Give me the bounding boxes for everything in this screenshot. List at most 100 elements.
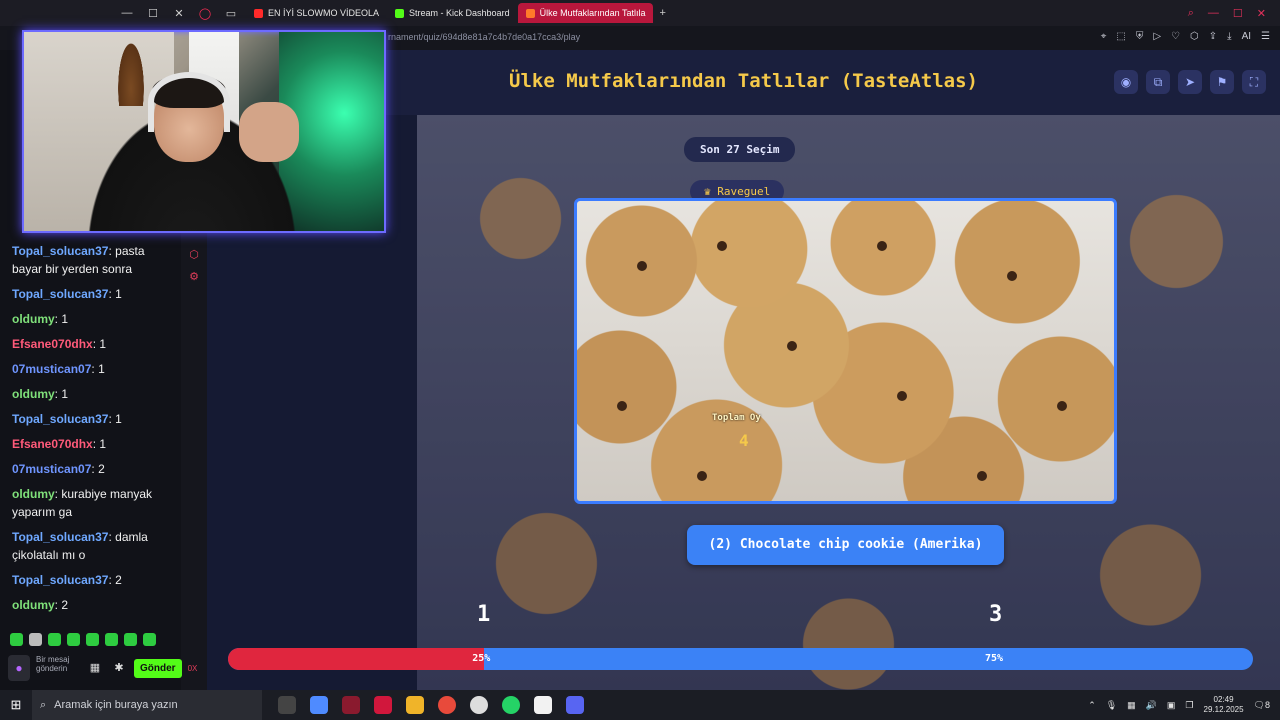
minimize-icon[interactable]: —	[120, 7, 134, 19]
chat-message: Topal_solucan37: damla çikolatalı mı o	[12, 528, 177, 564]
chat-username[interactable]: Topal_solucan37	[12, 412, 108, 426]
tab-grid-icon[interactable]: ▭	[224, 7, 238, 20]
share-icon[interactable]: ⧉	[1146, 70, 1170, 94]
emote-icon[interactable]	[86, 633, 99, 646]
copy-icon[interactable]: ❐	[1185, 700, 1193, 711]
chat-message: Topal_solucan37: 1	[12, 285, 177, 303]
close-icon[interactable]: ✕	[1257, 7, 1266, 20]
chat-username[interactable]: oldumy	[12, 387, 55, 401]
kick-icon	[395, 8, 405, 18]
copilot-icon[interactable]	[310, 696, 328, 714]
emote-icon[interactable]	[143, 633, 156, 646]
new-tab-button[interactable]: +	[659, 7, 665, 19]
chat-username[interactable]: 07mustican07	[12, 462, 91, 476]
chat-message: Efsane070dhx: 1	[12, 335, 177, 353]
user-name: Raveguel	[717, 185, 771, 198]
share-icon[interactable]: ⇪	[1209, 31, 1217, 42]
opera-icon[interactable]: ◯	[198, 7, 212, 20]
gear-icon[interactable]: ✱	[110, 659, 128, 677]
network-icon[interactable]: ▦	[1127, 700, 1136, 711]
total-votes-label: Toplam Oy	[712, 413, 761, 423]
app-icon[interactable]	[470, 696, 488, 714]
discord-icon[interactable]	[566, 696, 584, 714]
emote-icon[interactable]	[29, 633, 42, 646]
right-percent: 75%	[985, 653, 1004, 664]
play-icon[interactable]: ▷	[1153, 31, 1161, 42]
folder-icon[interactable]	[406, 696, 424, 714]
send-icon[interactable]: ➤	[1178, 70, 1202, 94]
chat-username[interactable]: Topal_solucan37	[12, 530, 108, 544]
maximize-icon[interactable]: ☐	[1233, 7, 1243, 20]
whatsapp-icon[interactable]	[502, 696, 520, 714]
chat-username[interactable]: Topal_solucan37	[12, 287, 108, 301]
chevron-up-icon[interactable]: ⌃	[1088, 700, 1096, 711]
url-text[interactable]: rnament/quiz/694d8e81a7c4b7de0a17cca3/pl…	[388, 32, 580, 42]
opera-icon[interactable]	[374, 696, 392, 714]
chat-username[interactable]: Efsane070dhx	[12, 437, 93, 451]
chat-username[interactable]: Topal_solucan37	[12, 244, 108, 258]
date: 29.12.2025	[1203, 705, 1244, 714]
file-icon[interactable]	[534, 696, 552, 714]
tab-kick-dashboard[interactable]: Stream - Kick Dashboard	[387, 3, 518, 23]
shield-icon[interactable]: ⛨	[1136, 31, 1144, 42]
microphone-icon[interactable]: 🎙	[1106, 700, 1117, 711]
screenshot-icon[interactable]: ⬚	[1116, 31, 1125, 42]
choice-image-card[interactable]: Toplam Oy 4	[574, 198, 1117, 504]
emote-icon[interactable]	[10, 633, 23, 646]
chat-username[interactable]: 07mustican07	[12, 362, 91, 376]
time: 02:49	[1213, 695, 1234, 704]
send-button[interactable]: Gönder	[134, 658, 182, 678]
emote-icon[interactable]	[124, 633, 137, 646]
flag-icon[interactable]: ⚑	[1210, 70, 1234, 94]
display-icon[interactable]: ▣	[1167, 700, 1176, 711]
volume-icon[interactable]: 🔊	[1146, 700, 1157, 711]
download-icon[interactable]: ⤓	[1227, 31, 1231, 42]
tab-slowmo[interactable]: EN İYİ SLOWMO VİDEOLA	[246, 3, 387, 23]
chip	[637, 261, 647, 271]
chat-username[interactable]: Efsane070dhx	[12, 337, 93, 351]
chat-message: Topal_solucan37: 2	[12, 571, 177, 589]
task-view-icon[interactable]	[278, 696, 296, 714]
pin-icon[interactable]: ⌖	[1101, 31, 1107, 42]
last-choices-pill[interactable]: Son 27 Seçim	[684, 137, 796, 162]
chat-input[interactable]: Bir mesaj gönderin	[36, 653, 80, 683]
app-icon[interactable]	[342, 696, 360, 714]
answer-button[interactable]: (2) Chocolate chip cookie (Amerika)	[687, 525, 1004, 565]
emote-icon[interactable]	[48, 633, 61, 646]
chat-username[interactable]: Topal_solucan37	[12, 573, 108, 587]
chat-text: 1	[115, 412, 122, 426]
notification-icon[interactable]: 🗨8	[1254, 700, 1270, 711]
minimize-icon[interactable]: —	[1208, 7, 1219, 20]
left-percent: 25%	[472, 653, 491, 664]
settings-icon[interactable]: ⬡	[188, 248, 200, 261]
ai-icon[interactable]: AI	[1242, 31, 1251, 42]
taskbar: ⊞ ⌕ Aramak için buraya yazın ⌃ 🎙 ▦ 🔊 ▣ ❐	[0, 690, 1280, 720]
search-icon[interactable]: ⌕	[1188, 7, 1194, 20]
emote-icon[interactable]	[67, 633, 80, 646]
chat-username[interactable]: oldumy	[12, 487, 55, 501]
windows-start-icon[interactable]: ⊞	[0, 690, 32, 720]
chip	[877, 241, 887, 251]
webcam-overlay	[22, 30, 386, 233]
clock[interactable]: 02:49 29.12.2025	[1204, 695, 1244, 715]
heart-icon[interactable]: ♡	[1171, 31, 1180, 42]
tab-quiz[interactable]: Ülke Mutfaklarından Tatlıla	[517, 3, 654, 23]
chat-username[interactable]: oldumy	[12, 598, 55, 612]
gear-icon[interactable]: ⚙	[188, 270, 200, 283]
microphone-icon[interactable]: ●	[8, 655, 30, 681]
extensions-icon[interactable]: ⬡	[1190, 31, 1199, 42]
close-icon[interactable]: ✕	[172, 7, 186, 20]
taskbar-search[interactable]: ⌕ Aramak için buraya yazın	[32, 690, 262, 720]
chrome-icon[interactable]	[438, 696, 456, 714]
emote-icon[interactable]	[105, 633, 118, 646]
gift-icon[interactable]: ▦	[86, 659, 104, 677]
chat-username[interactable]: oldumy	[12, 312, 55, 326]
eye-icon[interactable]: ◉	[1114, 70, 1138, 94]
search-icon: ⌕	[40, 698, 47, 711]
menu-icon[interactable]: ☰	[1261, 31, 1270, 42]
chat-text: 1	[115, 287, 122, 301]
browser-right-controls: ⌕ — ☐ ✕	[1188, 7, 1280, 20]
fullscreen-icon[interactable]: ⛶	[1242, 70, 1266, 94]
maximize-icon[interactable]: ☐	[146, 7, 160, 20]
browser-tab-bar: — ☐ ✕ ◯ ▭ EN İYİ SLOWMO VİDEOLA Stream -…	[0, 0, 1280, 26]
